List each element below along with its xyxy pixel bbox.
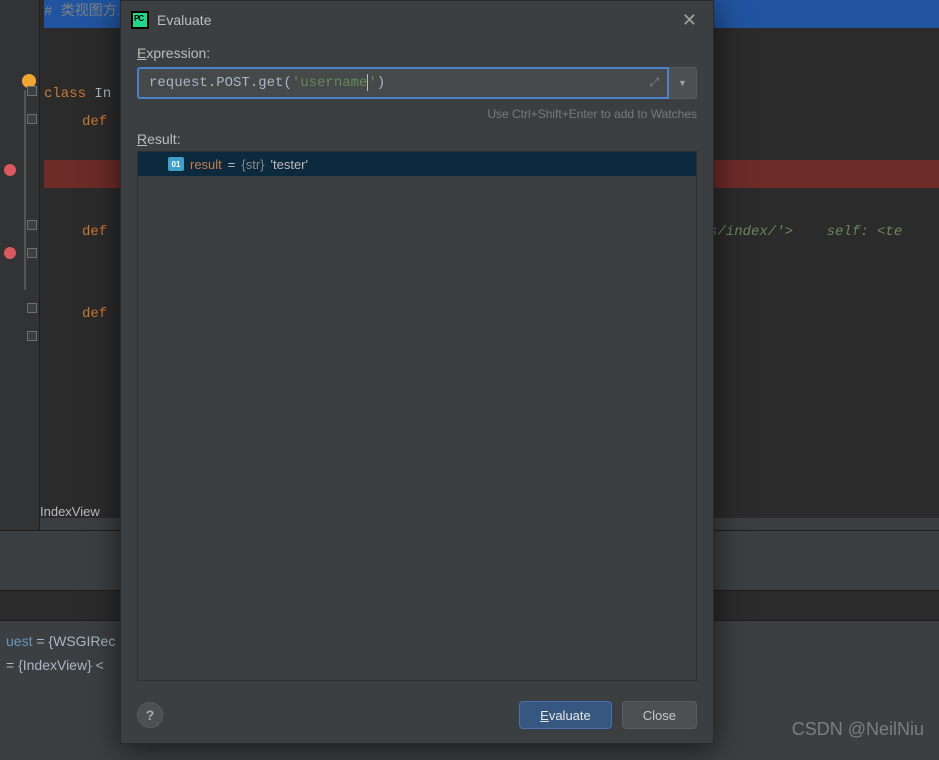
code-line: class In <box>44 80 111 108</box>
shortcut-hint: Use Ctrl+Shift+Enter to add to Watches <box>137 107 697 121</box>
breadcrumb-tab[interactable]: IndexView <box>0 498 100 526</box>
expression-label: Expression: <box>137 45 697 61</box>
help-button[interactable]: ? <box>137 702 163 728</box>
pycharm-icon <box>131 11 149 29</box>
code-line: def <box>82 108 116 136</box>
fold-toggle[interactable] <box>27 114 37 124</box>
breakpoint-icon[interactable] <box>4 164 16 176</box>
inline-hint: s/index/'> self: <te <box>709 218 902 246</box>
dialog-title: Evaluate <box>157 12 211 28</box>
result-row[interactable]: 01 result = {str} 'tester' <box>138 152 696 176</box>
fold-toggle[interactable] <box>27 220 37 230</box>
evaluate-button[interactable]: Evaluate <box>519 701 612 729</box>
editor-gutter <box>0 0 40 530</box>
evaluate-dialog: Evaluate ✕ Expression: request.POST.get(… <box>120 0 714 744</box>
history-dropdown[interactable]: ▼ <box>669 67 697 99</box>
value-type-icon: 01 <box>168 157 184 171</box>
fold-toggle[interactable] <box>27 331 37 341</box>
close-icon[interactable]: ✕ <box>676 8 703 33</box>
equals-sign: = <box>228 157 236 172</box>
fold-toggle[interactable] <box>27 303 37 313</box>
expression-text: request.POST.get('username') <box>149 74 385 91</box>
expression-input[interactable]: request.POST.get('username') ⤢ <box>137 67 669 99</box>
result-name: result <box>190 157 222 172</box>
result-type: {str} <box>241 157 264 172</box>
fold-toggle[interactable] <box>27 86 37 96</box>
expand-icon[interactable]: ⤢ <box>649 76 659 90</box>
fold-toggle[interactable] <box>27 248 37 258</box>
code-line: def <box>82 218 116 246</box>
code-line: def <box>82 300 116 328</box>
close-button[interactable]: Close <box>622 701 697 729</box>
breakpoint-icon[interactable] <box>4 247 16 259</box>
result-value: 'tester' <box>271 157 308 172</box>
fold-line <box>24 90 26 290</box>
result-label: Result: <box>137 131 697 147</box>
watermark: CSDN @NeilNiu <box>792 719 924 740</box>
dialog-titlebar[interactable]: Evaluate ✕ <box>121 1 713 39</box>
result-tree[interactable]: 01 result = {str} 'tester' <box>137 151 697 681</box>
